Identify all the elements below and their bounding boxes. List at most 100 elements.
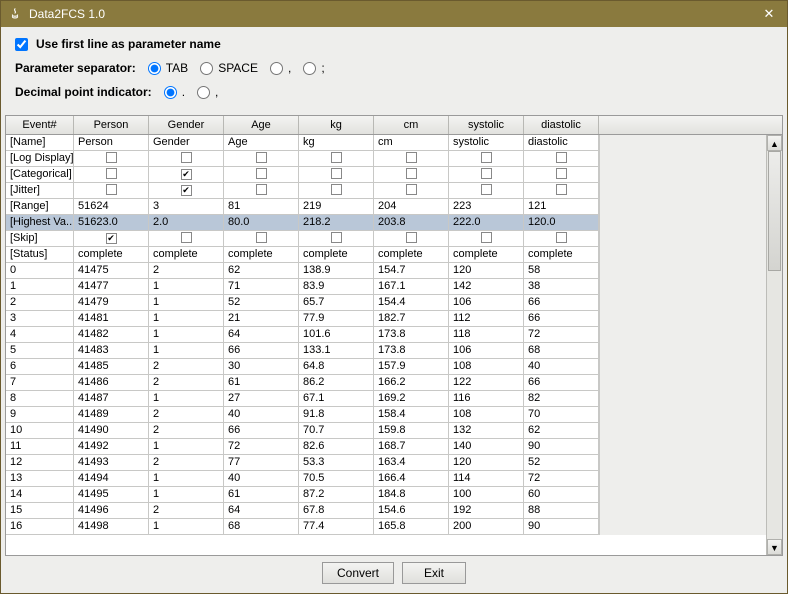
- scroll-down-button[interactable]: ▼: [767, 539, 782, 555]
- data-row[interactable]: 84148712767.1169.211682: [6, 391, 766, 407]
- data-cell[interactable]: 200: [449, 519, 524, 535]
- data-row[interactable]: 74148626186.2166.212266: [6, 375, 766, 391]
- sep-space-radio[interactable]: [200, 62, 213, 75]
- exit-button[interactable]: Exit: [402, 562, 466, 584]
- meta-cell[interactable]: Person: [74, 135, 149, 151]
- vertical-scrollbar[interactable]: ▲ ▼: [766, 135, 782, 555]
- column-header[interactable]: kg: [299, 116, 374, 134]
- data-cell[interactable]: 163.4: [374, 455, 449, 471]
- event-cell[interactable]: 3: [6, 311, 74, 327]
- data-cell[interactable]: 66: [524, 311, 599, 327]
- checkbox-cell[interactable]: [74, 167, 149, 183]
- data-cell[interactable]: 72: [224, 439, 299, 455]
- data-cell[interactable]: 40: [224, 471, 299, 487]
- data-cell[interactable]: 61: [224, 487, 299, 503]
- data-cell[interactable]: 168.7: [374, 439, 449, 455]
- data-row[interactable]: 94148924091.8158.410870: [6, 407, 766, 423]
- event-cell[interactable]: 12: [6, 455, 74, 471]
- checkbox-cell[interactable]: [149, 231, 224, 247]
- data-cell[interactable]: 169.2: [374, 391, 449, 407]
- data-row[interactable]: 441482164101.6173.811872: [6, 327, 766, 343]
- data-cell[interactable]: 142: [449, 279, 524, 295]
- data-cell[interactable]: 64: [224, 503, 299, 519]
- data-cell[interactable]: 65.7: [299, 295, 374, 311]
- data-cell[interactable]: 41482: [74, 327, 149, 343]
- checkbox-cell[interactable]: [449, 183, 524, 199]
- event-cell[interactable]: 0: [6, 263, 74, 279]
- data-cell[interactable]: 53.3: [299, 455, 374, 471]
- data-cell[interactable]: 41487: [74, 391, 149, 407]
- event-cell[interactable]: 11: [6, 439, 74, 455]
- data-cell[interactable]: 41485: [74, 359, 149, 375]
- event-cell[interactable]: 13: [6, 471, 74, 487]
- meta-cell[interactable]: complete: [524, 247, 599, 263]
- data-cell[interactable]: 90: [524, 439, 599, 455]
- data-cell[interactable]: 154.6: [374, 503, 449, 519]
- meta-cell[interactable]: 51623.0: [74, 215, 149, 231]
- scroll-up-button[interactable]: ▲: [767, 135, 782, 151]
- data-cell[interactable]: 58: [524, 263, 599, 279]
- data-cell[interactable]: 1: [149, 439, 224, 455]
- data-cell[interactable]: 41481: [74, 311, 149, 327]
- data-cell[interactable]: 192: [449, 503, 524, 519]
- checkbox-cell[interactable]: [374, 231, 449, 247]
- data-cell[interactable]: 41477: [74, 279, 149, 295]
- data-cell[interactable]: 82: [524, 391, 599, 407]
- checkbox-cell[interactable]: [74, 183, 149, 199]
- data-cell[interactable]: 70.5: [299, 471, 374, 487]
- data-cell[interactable]: 106: [449, 343, 524, 359]
- checkbox-cell[interactable]: [224, 183, 299, 199]
- column-header[interactable]: systolic: [449, 116, 524, 134]
- data-cell[interactable]: 173.8: [374, 343, 449, 359]
- meta-cell[interactable]: 51624: [74, 199, 149, 215]
- meta-cell[interactable]: 204: [374, 199, 449, 215]
- data-cell[interactable]: 1: [149, 471, 224, 487]
- data-cell[interactable]: 41494: [74, 471, 149, 487]
- data-cell[interactable]: 82.6: [299, 439, 374, 455]
- meta-cell[interactable]: complete: [224, 247, 299, 263]
- data-cell[interactable]: 64: [224, 327, 299, 343]
- event-cell[interactable]: 14: [6, 487, 74, 503]
- data-cell[interactable]: 72: [524, 471, 599, 487]
- checkbox-cell[interactable]: [524, 151, 599, 167]
- data-cell[interactable]: 68: [224, 519, 299, 535]
- data-cell[interactable]: 1: [149, 519, 224, 535]
- data-cell[interactable]: 66: [224, 343, 299, 359]
- data-cell[interactable]: 71: [224, 279, 299, 295]
- data-cell[interactable]: 166.4: [374, 471, 449, 487]
- event-cell[interactable]: 1: [6, 279, 74, 295]
- event-cell[interactable]: 10: [6, 423, 74, 439]
- data-cell[interactable]: 64.8: [299, 359, 374, 375]
- data-cell[interactable]: 2: [149, 359, 224, 375]
- meta-cell[interactable]: complete: [299, 247, 374, 263]
- data-cell[interactable]: 41490: [74, 423, 149, 439]
- data-cell[interactable]: 154.4: [374, 295, 449, 311]
- data-cell[interactable]: 40: [224, 407, 299, 423]
- scroll-thumb[interactable]: [768, 151, 781, 271]
- event-cell[interactable]: 6: [6, 359, 74, 375]
- checkbox-cell[interactable]: [74, 151, 149, 167]
- event-cell[interactable]: 7: [6, 375, 74, 391]
- data-cell[interactable]: 68: [524, 343, 599, 359]
- data-cell[interactable]: 122: [449, 375, 524, 391]
- data-row[interactable]: 541483166133.1173.810668: [6, 343, 766, 359]
- data-cell[interactable]: 158.4: [374, 407, 449, 423]
- meta-cell[interactable]: systolic: [449, 135, 524, 151]
- data-row[interactable]: 154149626467.8154.619288: [6, 503, 766, 519]
- data-cell[interactable]: 41479: [74, 295, 149, 311]
- meta-cell[interactable]: 80.0: [224, 215, 299, 231]
- data-cell[interactable]: 2: [149, 503, 224, 519]
- meta-cell[interactable]: complete: [374, 247, 449, 263]
- data-cell[interactable]: 38: [524, 279, 599, 295]
- meta-cell[interactable]: Gender: [149, 135, 224, 151]
- column-header[interactable]: Gender: [149, 116, 224, 134]
- meta-cell[interactable]: cm: [374, 135, 449, 151]
- meta-cell[interactable]: complete: [449, 247, 524, 263]
- data-cell[interactable]: 87.2: [299, 487, 374, 503]
- checkbox-cell[interactable]: [299, 183, 374, 199]
- meta-cell[interactable]: 223: [449, 199, 524, 215]
- meta-cell[interactable]: 2.0: [149, 215, 224, 231]
- data-cell[interactable]: 1: [149, 311, 224, 327]
- meta-cell[interactable]: 222.0: [449, 215, 524, 231]
- data-cell[interactable]: 90: [524, 519, 599, 535]
